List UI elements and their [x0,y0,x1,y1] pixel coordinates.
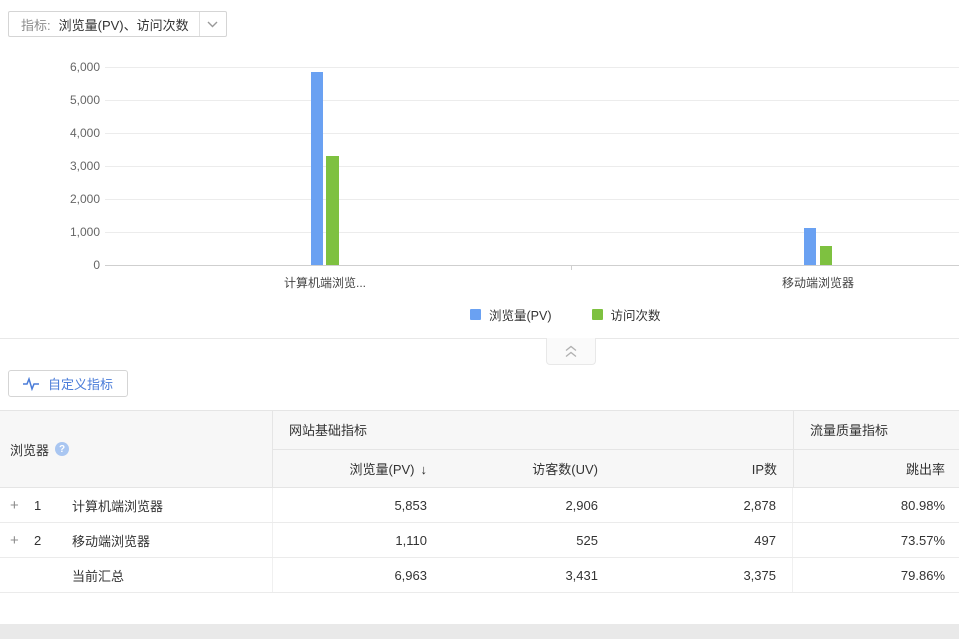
gridline [105,100,959,101]
custom-metric-button[interactable]: 自定义指标 [8,370,128,397]
browser-name: 移动端浏览器 [72,531,272,550]
summary-row: 当前汇总 6,963 3,431 3,375 79.86% [0,558,959,593]
legend-item-visits[interactable]: 访问次数 [592,305,661,324]
section-divider [0,338,959,339]
gridline [105,67,959,68]
header-sub-row: 浏览量(PV)↓ 访客数(UV) IP数 跳出率 [273,450,959,488]
gridline [105,166,959,167]
ip-total: 3,375 [613,558,793,592]
dimension-header-label: 浏览器 [10,440,49,459]
uv-value: 2,906 [443,498,613,513]
header-group-row: 网站基础指标 流量质量指标 [273,411,959,450]
uv-value: 525 [443,533,613,548]
chart-legend: 浏览量(PV) 访问次数 [470,305,661,324]
metric-dropdown[interactable]: 指标: 浏览量(PV)、访问次数 [8,11,227,37]
y-axis-tick-label: 5,000 [0,93,100,107]
metric-dropdown-label: 指标: [9,15,51,34]
browser-report-table: 浏览器 ? 网站基础指标 流量质量指标 浏览量(PV)↓ 访客数(UV) IP数… [0,410,959,593]
ip-value: 2,878 [613,488,793,522]
y-axis-tick-label: 2,000 [0,192,100,206]
axis-boundary-tick [571,265,572,270]
expand-row-icon[interactable]: + [0,532,34,549]
legend-label: 浏览量(PV) [489,305,552,324]
legend-label: 访问次数 [611,305,661,324]
gridline [105,199,959,200]
x-axis-category-label: 计算机端浏览... [245,274,405,291]
uv-total: 3,431 [443,568,613,583]
bar-visits-mobile[interactable] [820,246,832,265]
help-icon[interactable]: ? [55,442,69,456]
bar-pv-computer[interactable] [311,72,323,265]
y-axis-tick-label: 6,000 [0,60,100,74]
y-axis-tick-label: 0 [0,258,100,272]
y-axis-tick-label: 1,000 [0,225,100,239]
bar-visits-computer[interactable] [326,156,339,265]
pv-value: 1,110 [273,533,443,548]
x-axis-line [105,265,959,266]
legend-swatch-pv [470,309,481,320]
group-header-quality-metrics: 流量质量指标 [793,411,959,449]
report-page: 指标: 浏览量(PV)、访问次数 6,000 5,000 4,000 3,000… [0,0,959,639]
row-index: 2 [34,533,72,548]
bar-pv-mobile[interactable] [804,228,816,265]
column-header-ip[interactable]: IP数 [613,459,793,478]
collapse-chart-button[interactable] [546,338,596,365]
custom-metric-label: 自定义指标 [48,374,113,393]
double-chevron-up-icon [563,345,579,358]
bounce-rate-total: 79.86% [793,568,959,583]
pulse-icon [23,377,40,391]
pv-total: 6,963 [273,568,443,583]
column-header-uv[interactable]: 访客数(UV) [443,459,613,478]
bottom-scroll-track [0,624,959,639]
chevron-down-icon[interactable] [200,21,226,28]
pv-value: 5,853 [273,498,443,513]
table-row[interactable]: + 2 移动端浏览器 1,110 525 497 73.57% [0,523,959,558]
legend-item-pv[interactable]: 浏览量(PV) [470,305,552,324]
group-header-basic-metrics: 网站基础指标 [273,420,793,439]
ip-value: 497 [613,523,793,557]
x-axis-category-label: 移动端浏览器 [738,274,898,291]
table-header: 浏览器 ? 网站基础指标 流量质量指标 浏览量(PV)↓ 访客数(UV) IP数… [0,410,959,488]
sort-desc-icon: ↓ [421,462,428,477]
y-axis-tick-label: 4,000 [0,126,100,140]
bounce-rate-value: 73.57% [793,533,959,548]
table-row[interactable]: + 1 计算机端浏览器 5,853 2,906 2,878 80.98% [0,488,959,523]
column-header-pv[interactable]: 浏览量(PV)↓ [273,459,443,478]
gridline [105,232,959,233]
column-header-bounce-rate[interactable]: 跳出率 [793,450,959,488]
column-header-browser: 浏览器 ? [0,411,273,487]
summary-label: 当前汇总 [72,566,272,585]
table-header-right: 网站基础指标 流量质量指标 浏览量(PV)↓ 访客数(UV) IP数 跳出率 [273,411,959,487]
y-axis-tick-label: 3,000 [0,159,100,173]
gridline [105,133,959,134]
bounce-rate-value: 80.98% [793,498,959,513]
row-index: 1 [34,498,72,513]
browser-name: 计算机端浏览器 [72,496,272,515]
legend-swatch-visits [592,309,603,320]
expand-row-icon[interactable]: + [0,497,34,514]
metric-dropdown-value: 浏览量(PV)、访问次数 [51,15,199,34]
